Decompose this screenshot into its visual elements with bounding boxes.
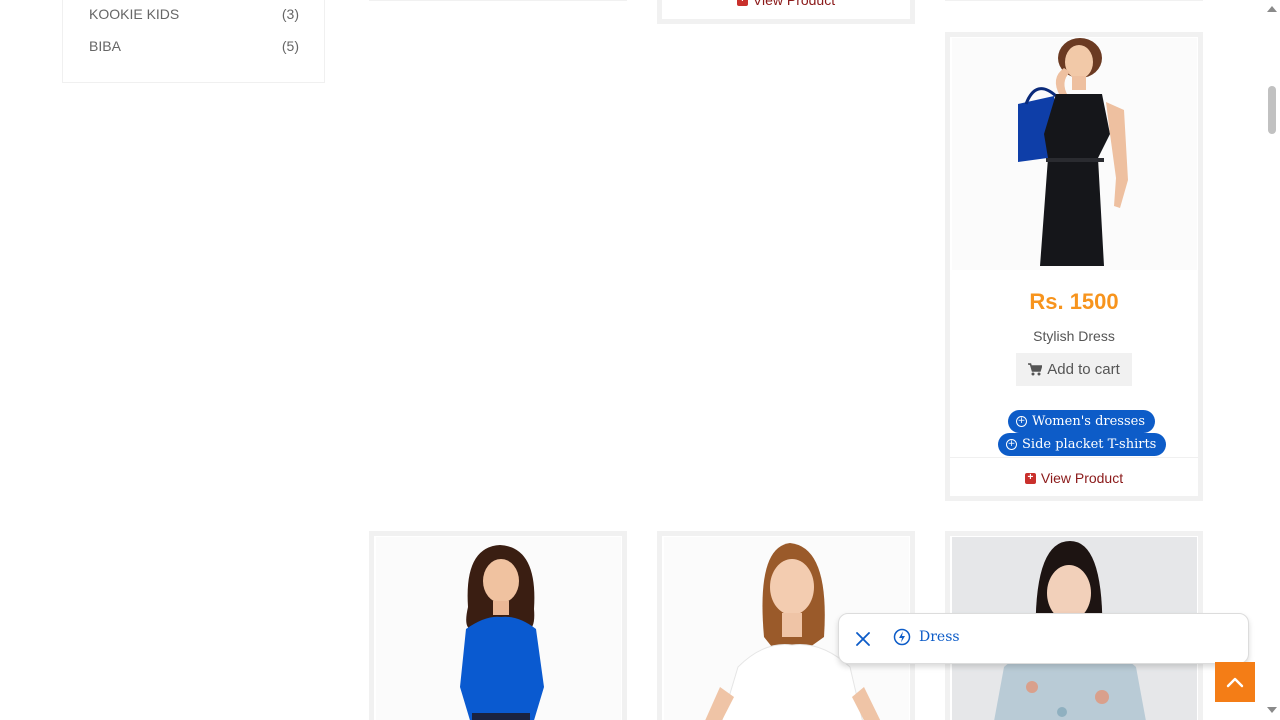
add-to-cart-button[interactable]: Add to cart: [1016, 353, 1132, 386]
product-name: Stylish Dress: [1033, 328, 1115, 344]
brand-item-biba[interactable]: BIBA (5): [89, 36, 299, 56]
brand-count: (5): [281, 38, 299, 54]
plus-square-icon: +: [1024, 472, 1036, 484]
product-price: Rs. 1500: [1029, 289, 1119, 314]
woman-blue-top-image: [376, 537, 621, 720]
brand-item-kookie-kids[interactable]: KOOKIE KIDS (3): [89, 4, 299, 24]
plus-circle-icon: +: [1016, 416, 1027, 427]
tag-chip[interactable]: + Side placket T-shirts: [998, 433, 1167, 456]
tag-label: Women's dresses: [1032, 414, 1146, 429]
chevron-up-icon: [1226, 677, 1244, 688]
search-suggestion[interactable]: Dress: [893, 628, 960, 646]
product-card-fragment: [945, 0, 1203, 1]
view-product-link[interactable]: + View Product: [950, 470, 1198, 486]
brand-name: KOOKIE KIDS: [89, 6, 180, 22]
brand-name: BIBA: [89, 38, 121, 54]
product-card-fragment: [369, 0, 627, 1]
brand-count: (3): [281, 6, 299, 22]
shopping-cart-icon: [1028, 363, 1043, 376]
plus-circle-icon: +: [1006, 439, 1017, 450]
product-card: [369, 531, 627, 720]
scroll-down-arrow-icon[interactable]: [1267, 707, 1277, 713]
product-image[interactable]: [376, 537, 621, 720]
add-to-cart-label: Add to cart: [1047, 361, 1120, 378]
view-product-label: View Product: [1040, 470, 1124, 486]
brand-filter-panel: KOOKIE KIDS (3) BIBA (5): [62, 0, 325, 83]
close-icon[interactable]: [853, 629, 873, 649]
product-card: Rs. 1500 Stylish Dress Add to cart + Wom…: [945, 32, 1203, 501]
lightning-icon: [893, 628, 911, 646]
plus-square-icon: +: [736, 0, 748, 6]
search-query-label: Dress: [919, 629, 960, 645]
scroll-up-arrow-icon[interactable]: [1267, 6, 1277, 12]
product-card-fragment: + View Product: [657, 0, 915, 24]
scroll-to-top-button[interactable]: [1215, 662, 1255, 702]
view-product-link[interactable]: + View Product: [662, 0, 910, 8]
woman-black-dress-image: [952, 38, 1197, 270]
view-product-label: View Product: [752, 0, 836, 8]
tag-label: Side placket T-shirts: [1022, 437, 1157, 452]
product-image[interactable]: [952, 38, 1197, 270]
scrollbar-thumb[interactable]: [1268, 86, 1276, 134]
card-divider: [950, 457, 1198, 458]
tag-chip[interactable]: + Women's dresses: [1008, 410, 1156, 433]
search-chip-bar: Dress: [838, 613, 1249, 664]
